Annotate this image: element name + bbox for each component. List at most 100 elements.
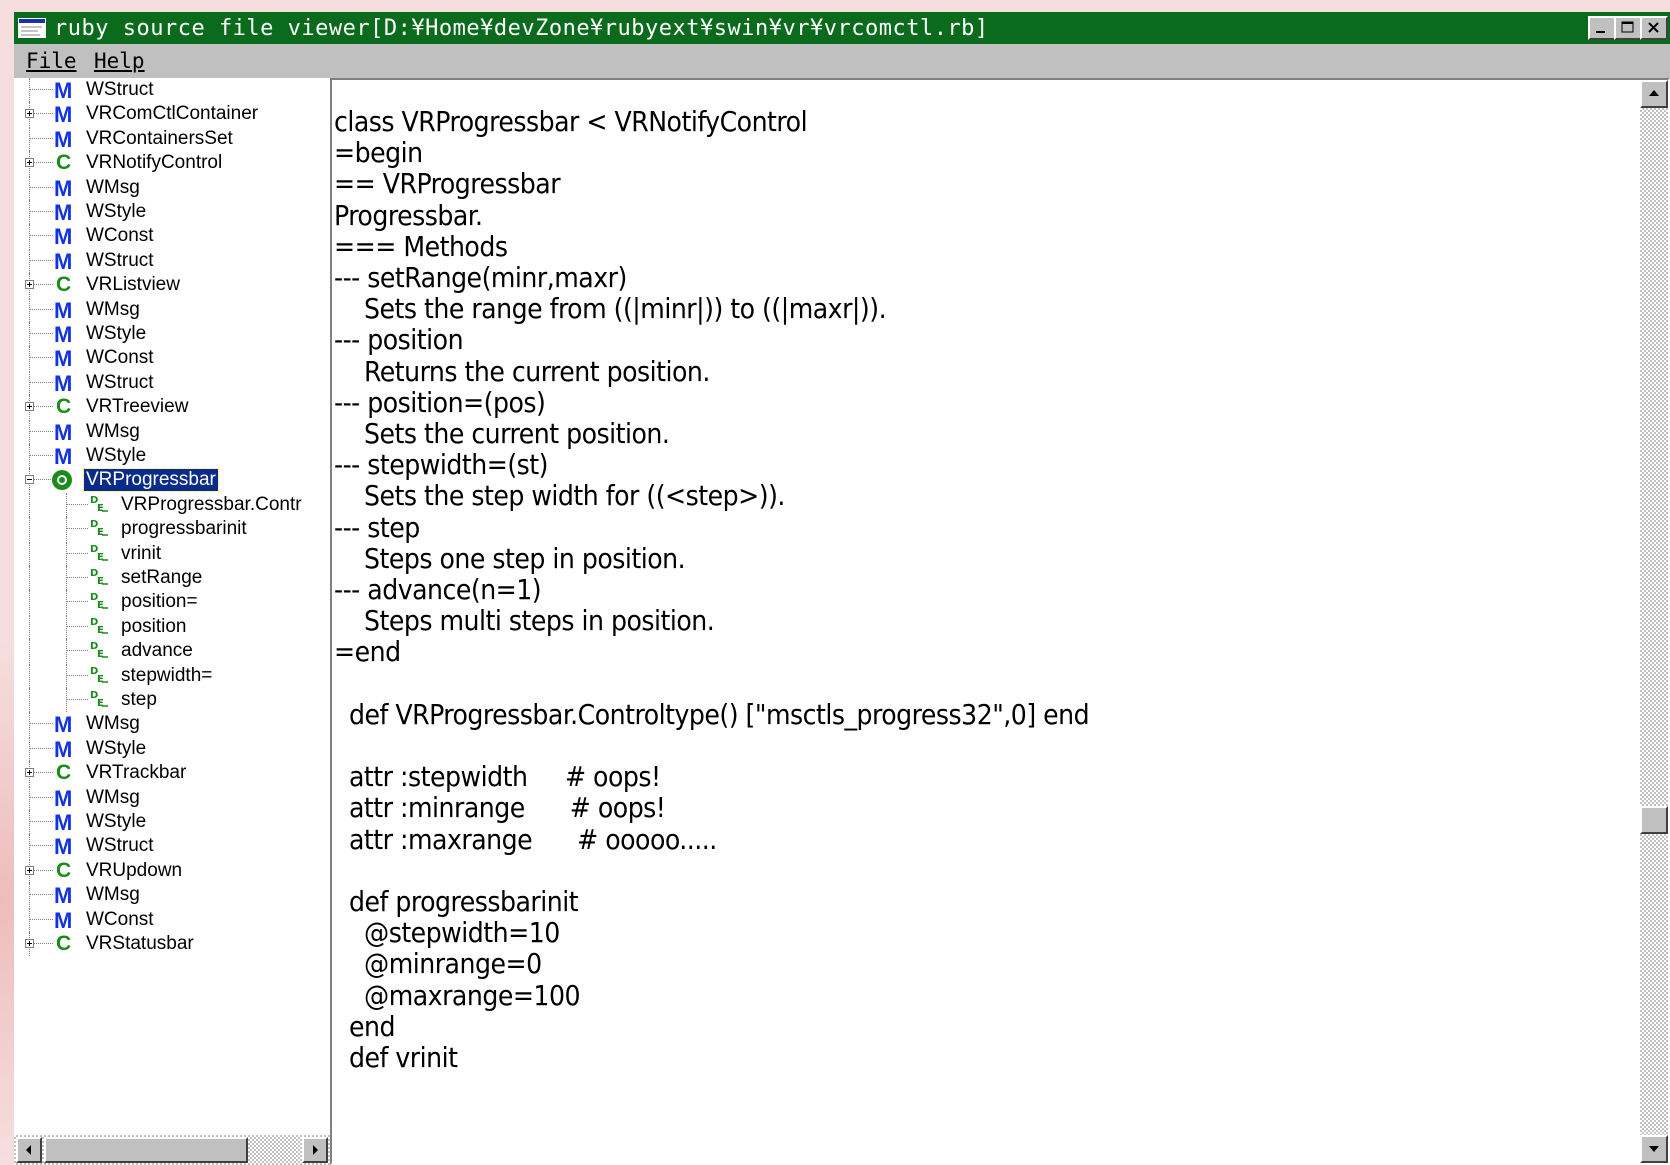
tree-connector <box>29 712 30 737</box>
tree-module-item[interactable]: M VRContainersSet <box>14 126 334 152</box>
tree-connector <box>29 357 53 359</box>
scroll-thumb-vertical[interactable] <box>1640 806 1668 834</box>
tree-connector <box>29 224 30 249</box>
tree-module-item[interactable]: M WStyle <box>14 444 334 469</box>
tree-item-label: position <box>121 615 187 637</box>
tree-class-item[interactable]: C VRNotifyControl <box>14 151 334 176</box>
tree-class-item[interactable]: C VRUpdown <box>14 858 334 883</box>
tree-class-item[interactable]: C VRListview <box>14 273 334 298</box>
arrow-down-icon <box>1649 1146 1659 1152</box>
module-icon: M <box>54 78 73 103</box>
source-view[interactable]: class VRProgressbar < VRNotifyControl =b… <box>330 78 1670 1165</box>
app-window: ruby source file viewer[D:¥Home¥devZone¥… <box>14 12 1670 1165</box>
tree-module-item[interactable]: M WMsg <box>14 297 334 323</box>
tree-module-item[interactable]: M WMsg <box>14 785 334 811</box>
svg-text:E: E <box>97 600 104 611</box>
tree-module-item[interactable]: M WStruct <box>14 248 334 274</box>
tree-module-item[interactable]: M WStruct <box>14 78 334 103</box>
tree-method-item[interactable]: D E step <box>14 688 334 712</box>
tree-module-item[interactable]: M WStyle <box>14 322 334 347</box>
tree-connector <box>29 137 53 139</box>
tree-connector <box>66 517 67 542</box>
module-icon: M <box>54 248 73 274</box>
tree-method-item[interactable]: D E stepwidth= <box>14 663 334 688</box>
maximize-button[interactable] <box>1614 16 1642 40</box>
tree-module-item[interactable]: M WConst <box>14 346 334 372</box>
class-tree[interactable]: M WStruct M VRComCtlContainer M VRContainersS… <box>14 78 338 1165</box>
tree-module-item[interactable]: M WMsg <box>14 712 334 737</box>
expand-toggle[interactable] <box>25 109 34 119</box>
tree-method-item[interactable]: D E advance <box>14 639 334 664</box>
tree-connector <box>29 590 30 615</box>
menu-file[interactable]: File <box>26 49 77 73</box>
module-icon: M <box>54 224 73 250</box>
minimize-button[interactable] <box>1588 16 1616 40</box>
tree-item-label: WConst <box>86 347 154 369</box>
tree-method-item[interactable]: D E vrinit <box>14 541 334 566</box>
tree-module-item[interactable]: M WConst <box>14 907 334 933</box>
method-icon: DE <box>90 495 108 514</box>
method-icon: DE <box>90 690 108 709</box>
tree-module-item[interactable]: M WStyle <box>14 736 334 762</box>
tree-method-item[interactable]: D E position <box>14 614 334 639</box>
tree-class-item[interactable]: C VRTrackbar <box>14 761 334 786</box>
tree-module-item[interactable]: M WConst <box>14 224 334 250</box>
module-icon: M <box>54 785 73 811</box>
scroll-down-button[interactable] <box>1640 1135 1668 1163</box>
tree-connector <box>29 517 30 542</box>
arrow-right-icon <box>313 1145 318 1155</box>
close-button[interactable] <box>1640 16 1668 40</box>
tree-connector <box>29 894 53 896</box>
window-title: ruby source file viewer[D:¥Home¥devZone¥… <box>54 16 989 41</box>
tree-item-label: advance <box>121 640 193 662</box>
tree-item-label: setRange <box>121 567 203 588</box>
tree-module-item[interactable]: M WStruct <box>14 370 334 396</box>
tree-module-item[interactable]: M WMsg <box>14 175 334 201</box>
module-icon: M <box>54 419 73 445</box>
tree-method-item[interactable]: D E position= <box>14 590 334 615</box>
tree-item-label: WMsg <box>86 884 140 906</box>
tree-connector <box>66 688 67 712</box>
source-vertical-scrollbar[interactable] <box>1640 80 1668 1163</box>
module-icon: M <box>54 322 73 347</box>
tree-horizontal-scrollbar[interactable] <box>14 1135 334 1165</box>
tree-module-item[interactable]: M VRComCtlContainer <box>14 102 334 127</box>
tree-method-item[interactable]: D E setRange <box>14 566 334 590</box>
class-icon: C <box>56 273 72 297</box>
tree-connector <box>66 614 67 639</box>
tree-module-item[interactable]: M WMsg <box>14 883 334 908</box>
module-icon: M <box>54 346 73 372</box>
tree-method-item[interactable]: D E VRProgressbar.Contr <box>14 492 334 517</box>
expand-toggle[interactable] <box>25 865 34 875</box>
tree-connector <box>66 528 88 530</box>
tree-class-item[interactable]: C VRTreeview <box>14 395 334 420</box>
title-bar[interactable]: ruby source file viewer[D:¥Home¥devZone¥… <box>14 12 1670 44</box>
expand-toggle[interactable] <box>25 158 34 168</box>
tree-connector <box>66 663 67 688</box>
tree-class-item[interactable]: VRProgressbar <box>14 468 334 493</box>
method-icon: DE <box>90 592 108 611</box>
expand-toggle[interactable] <box>25 768 34 778</box>
menu-help[interactable]: Help <box>94 49 145 73</box>
scroll-up-button[interactable] <box>1640 80 1668 108</box>
tree-connector <box>66 590 67 615</box>
expand-toggle[interactable] <box>25 402 34 412</box>
tree-module-item[interactable]: M WStruct <box>14 834 334 859</box>
scroll-right-button[interactable] <box>302 1137 328 1163</box>
tree-item-label: WStruct <box>86 249 154 271</box>
tree-method-item[interactable]: D E progressbarinit <box>14 517 334 542</box>
module-icon: M <box>54 126 73 152</box>
tree-connector <box>29 918 53 920</box>
collapse-toggle[interactable] <box>25 475 34 485</box>
tree-connector <box>29 785 30 810</box>
expand-toggle[interactable] <box>25 280 34 290</box>
tree-module-item[interactable]: M WMsg <box>14 419 334 445</box>
minimize-icon <box>1596 31 1605 33</box>
scroll-thumb[interactable] <box>44 1137 248 1163</box>
scroll-left-button[interactable] <box>16 1137 42 1163</box>
tree-module-item[interactable]: M WStyle <box>14 200 334 225</box>
tree-module-item[interactable]: M WStyle <box>14 810 334 835</box>
expand-toggle[interactable] <box>25 939 34 948</box>
app-icon <box>18 18 46 38</box>
tree-class-item[interactable]: C VRStatusbar <box>14 932 334 956</box>
